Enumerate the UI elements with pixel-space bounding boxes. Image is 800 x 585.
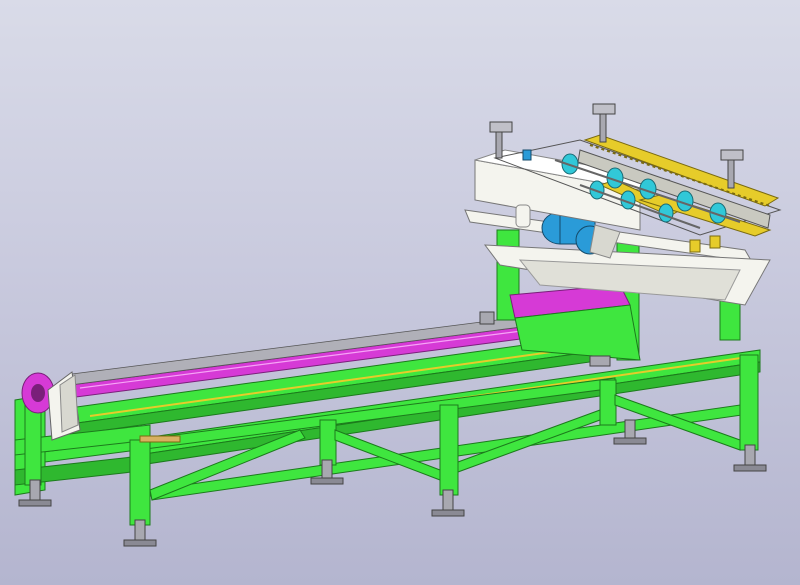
cad-viewport[interactable] <box>0 0 800 585</box>
foot-front-mid <box>431 489 465 517</box>
foot-front-left <box>123 519 157 547</box>
machine-render <box>14 103 782 547</box>
